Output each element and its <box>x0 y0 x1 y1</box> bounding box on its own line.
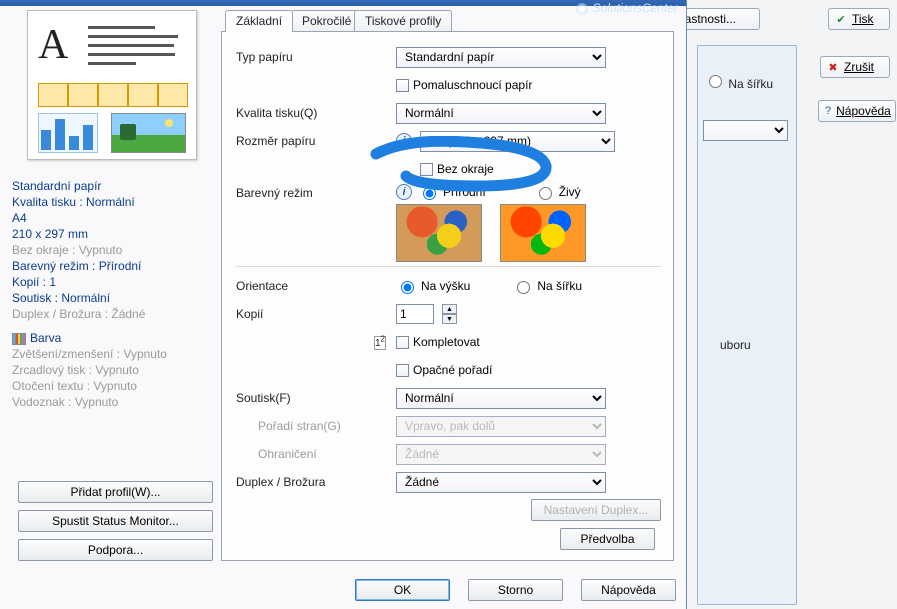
ok-button[interactable]: OK <box>355 579 450 601</box>
orientation-label: Orientace <box>236 279 396 293</box>
copies-down[interactable]: ▼ <box>442 314 457 324</box>
color-mode-label: Barevný režim <box>236 184 396 200</box>
natural-radio[interactable]: Přírodní <box>418 184 486 200</box>
support-button[interactable]: Podpora... <box>18 539 213 561</box>
duplex-select[interactable]: Žádné <box>396 472 606 493</box>
quality-label: Kvalita tisku(Q) <box>236 106 396 120</box>
tab-panel-basic: Typ papíru Standardní papír Pomaluschnou… <box>221 31 674 561</box>
border-label: Ohraničení <box>236 447 396 461</box>
soutisk-label: Soutisk(F) <box>236 391 396 405</box>
paper-size-label: Rozměr papíru <box>236 134 396 148</box>
landscape-radio[interactable]: Na šířku <box>512 278 582 294</box>
slow-dry-checkbox[interactable] <box>396 79 409 92</box>
bg-uboru-label: uboru <box>720 338 751 352</box>
quality-select[interactable]: Normální <box>396 103 606 124</box>
bg-select[interactable] <box>703 120 788 141</box>
cancel-button-bg[interactable]: ✖ Zrušit <box>820 56 890 78</box>
tab-advanced[interactable]: Pokročilé <box>291 10 362 32</box>
help-label-bg: Nápověda <box>836 104 891 118</box>
copies-up[interactable]: ▲ <box>442 304 457 314</box>
settings-summary: Standardní papír Kvalita tisku : Normáln… <box>12 178 212 410</box>
copies-label: Kopií <box>236 307 396 321</box>
vivid-thumb <box>500 204 586 262</box>
preset-button[interactable]: Předvolba <box>560 528 655 550</box>
info-icon[interactable]: i <box>396 133 412 149</box>
natural-thumb <box>396 204 482 262</box>
tab-profiles[interactable]: Tiskové profily <box>354 10 452 32</box>
check-icon: ✔ <box>835 13 847 25</box>
add-profile-button[interactable]: Přidat profil(W)... <box>18 481 213 503</box>
help-button[interactable]: Nápověda <box>581 579 676 601</box>
print-dialog: SolutionsCenter A Standardní papír Kvali… <box>0 0 687 609</box>
slow-dry-label: Pomaluschnoucí papír <box>413 78 532 92</box>
status-monitor-button[interactable]: Spustit Status Monitor... <box>18 510 213 532</box>
page-order-select: Vpravo, pak dolů <box>396 416 606 437</box>
help-button-bg[interactable]: ? Nápověda <box>818 100 896 122</box>
duplex-settings-button: Nastavení Duplex... <box>531 499 661 521</box>
copies-input[interactable] <box>396 304 434 324</box>
page-preview: A <box>27 10 197 160</box>
collate-icon: 12 <box>374 336 386 350</box>
paper-type-select[interactable]: Standardní papír <box>396 47 606 68</box>
collate-checkbox[interactable] <box>396 336 409 349</box>
info-icon[interactable]: i <box>396 184 412 200</box>
paper-size-select[interactable]: A4 (210 x 297 mm) <box>420 131 615 152</box>
borderless-label: Bez okraje <box>437 162 494 176</box>
close-icon: ✖ <box>827 61 839 73</box>
border-select: Žádné <box>396 444 606 465</box>
cancel-label: Zrušit <box>844 60 874 74</box>
duplex-label: Duplex / Brožura <box>236 475 396 489</box>
page-order-label: Pořadí stran(G) <box>236 419 396 433</box>
portrait-radio[interactable]: Na výšku <box>396 278 470 294</box>
help-icon: ? <box>825 105 831 117</box>
print-button[interactable]: ✔ Tisk <box>828 8 890 30</box>
reverse-checkbox[interactable] <box>396 364 409 377</box>
storno-button[interactable]: Storno <box>468 579 563 601</box>
paper-type-label: Typ papíru <box>236 50 396 64</box>
tab-basic[interactable]: Základní <box>225 10 293 32</box>
print-label: Tisk <box>852 12 874 26</box>
color-swatch-icon <box>12 333 26 345</box>
bg-landscape-radio[interactable]: Na šířku <box>704 72 773 91</box>
borderless-checkbox[interactable] <box>420 163 433 176</box>
soutisk-select[interactable]: Normální <box>396 388 606 409</box>
vivid-radio[interactable]: Živý <box>534 184 581 200</box>
